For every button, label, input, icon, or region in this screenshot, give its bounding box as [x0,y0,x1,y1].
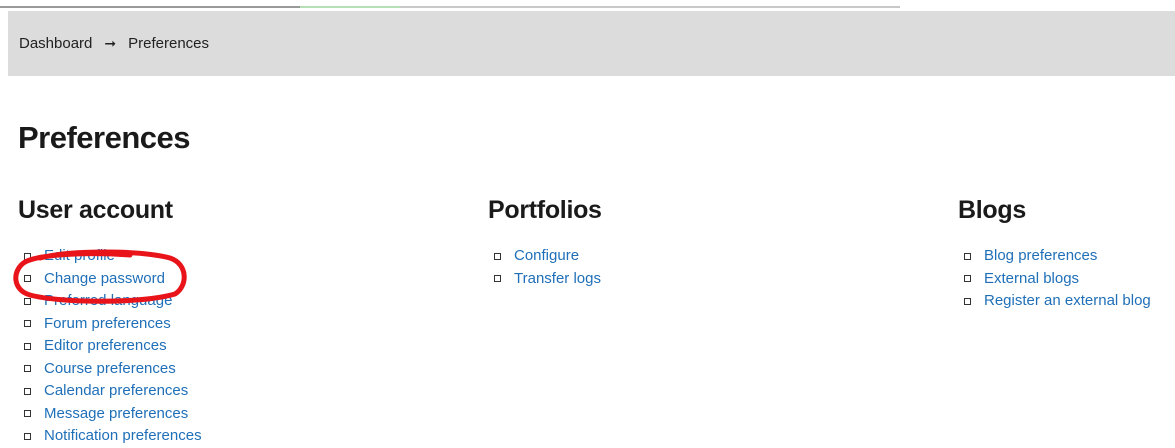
bullet-icon [964,252,971,260]
course-preferences-link[interactable]: Course preferences [44,358,176,381]
breadcrumb: Dashboard ➞ Preferences [8,11,1175,76]
breadcrumb-item-dashboard[interactable]: Dashboard [19,35,92,52]
section-heading: User account [18,196,173,224]
section-heading: Blogs [958,196,1026,224]
bullet-icon [24,275,31,283]
section-heading: Portfolios [488,196,602,224]
notification-preferences-link[interactable]: Notification preferences [44,425,202,448]
list-item: Message preferences [18,403,202,426]
bullet-icon [964,297,971,305]
list-item: Editor preferences [18,335,202,358]
link-list: Blog preferences External blogs Register… [958,245,1151,313]
external-blogs-link[interactable]: External blogs [984,268,1079,291]
bullet-icon [24,252,31,260]
list-item: Register an external blog [958,290,1151,313]
bullet-icon [964,275,971,283]
bullet-icon [24,432,31,440]
bullet-icon [24,387,31,395]
list-item: Preferred language [18,290,202,313]
list-item: Calendar preferences [18,380,202,403]
blog-preferences-link[interactable]: Blog preferences [984,245,1097,268]
top-strip-segment [0,6,300,8]
section-user-account: User account Edit profile Change passwor… [18,196,202,448]
bullet-icon [24,365,31,373]
bullet-icon [24,297,31,305]
change-password-link[interactable]: Change password [44,268,165,291]
transfer-logs-link[interactable]: Transfer logs [514,268,601,291]
breadcrumb-item-preferences: Preferences [128,35,209,52]
bullet-icon [494,252,501,260]
section-portfolios: Portfolios Configure Transfer logs [488,196,602,290]
list-item: Forum preferences [18,313,202,336]
editor-preferences-link[interactable]: Editor preferences [44,335,167,358]
list-item: Course preferences [18,358,202,381]
top-strip-segment [400,6,900,8]
calendar-preferences-link[interactable]: Calendar preferences [44,380,188,403]
list-item: Configure [488,245,602,268]
bullet-icon [494,275,501,283]
register-external-blog-link[interactable]: Register an external blog [984,290,1151,313]
section-blogs: Blogs Blog preferences External blogs Re… [958,196,1151,313]
bullet-icon [24,342,31,350]
bullet-icon [24,410,31,418]
link-list: Configure Transfer logs [488,245,602,290]
list-item: Edit profile [18,245,202,268]
page-title: Preferences [18,120,191,155]
message-preferences-link[interactable]: Message preferences [44,403,188,426]
configure-link[interactable]: Configure [514,245,579,268]
forum-preferences-link[interactable]: Forum preferences [44,313,171,336]
edit-profile-link[interactable]: Edit profile [44,245,115,268]
list-item: External blogs [958,268,1151,291]
list-item: Notification preferences [18,425,202,448]
list-item: Blog preferences [958,245,1151,268]
list-item: Transfer logs [488,268,602,291]
top-strip [0,0,1175,10]
bullet-icon [24,320,31,328]
preferred-language-link[interactable]: Preferred language [44,290,172,313]
breadcrumb-arrow-icon: ➞ [104,35,117,51]
list-item: Change password [18,268,202,291]
top-strip-segment [300,6,400,8]
link-list: Edit profile Change password Preferred l… [18,245,202,448]
